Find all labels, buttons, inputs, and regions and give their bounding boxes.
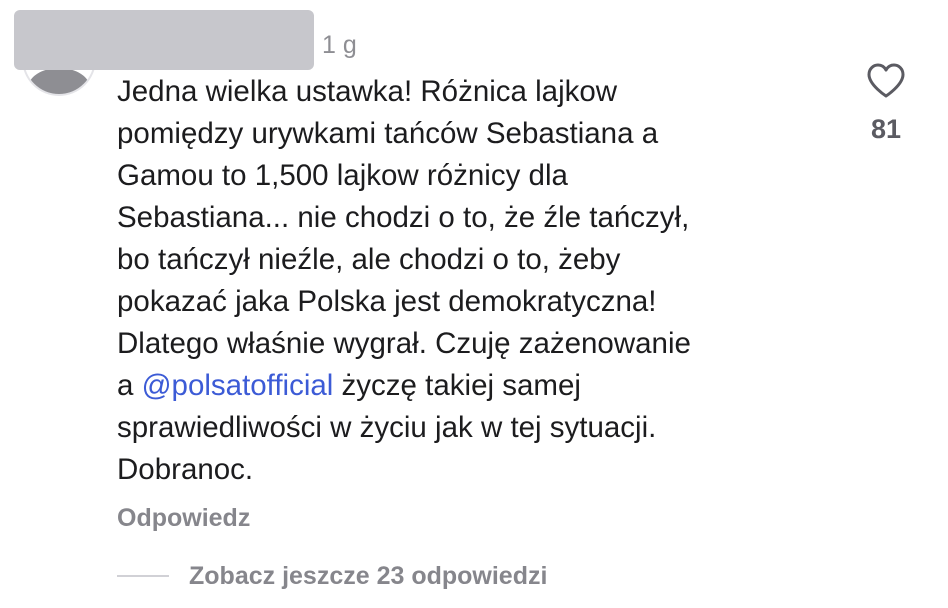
like-count: 81 <box>870 114 902 144</box>
heart-outline-icon[interactable] <box>866 62 906 100</box>
comment-line: Sebastiana... nie chodzi o to, że źle ta… <box>117 201 690 234</box>
comment-line: pomiędzy urywkami tańców Sebastiana a <box>117 117 659 150</box>
mention-prefix: a <box>117 369 142 402</box>
reply-button[interactable]: Odpowiedz <box>117 504 250 533</box>
comment-text: Jedna wielka ustawka! Różnica lajkow pom… <box>117 71 827 491</box>
user-mention-link[interactable]: @polsatofficial <box>142 369 334 402</box>
like-area: 81 <box>860 62 912 145</box>
comment-line: sprawiedliwości w życiu jak w tej sytuac… <box>117 411 657 444</box>
comment-line: Dobranoc. <box>117 453 254 486</box>
view-replies-button[interactable]: Zobacz jeszcze 23 odpowiedzi <box>117 558 547 594</box>
comment-line: Jedna wielka ustawka! Różnica lajkow <box>117 75 618 108</box>
comment-line: Gamou to 1,500 lajkow różnicy dla <box>117 159 568 192</box>
comment-line: pokazać jaka Polska jest demokratyczna! <box>117 285 657 318</box>
comment-line: bo tańczył nieźle, ale chodzi o to, żeby <box>117 243 621 276</box>
comment-timestamp: 1 g <box>322 31 357 59</box>
mention-suffix: życzę takiej samej <box>333 369 581 402</box>
comment-line-with-mention: a @polsatofficial życzę takiej samej <box>117 365 827 407</box>
replies-divider <box>117 575 169 577</box>
view-replies-label: Zobacz jeszcze 23 odpowiedzi <box>189 561 548 590</box>
username-redacted <box>14 10 314 70</box>
default-avatar-icon <box>28 68 90 94</box>
comment-line: Dlatego właśnie wygrał. Czuję zażenowani… <box>117 327 691 360</box>
